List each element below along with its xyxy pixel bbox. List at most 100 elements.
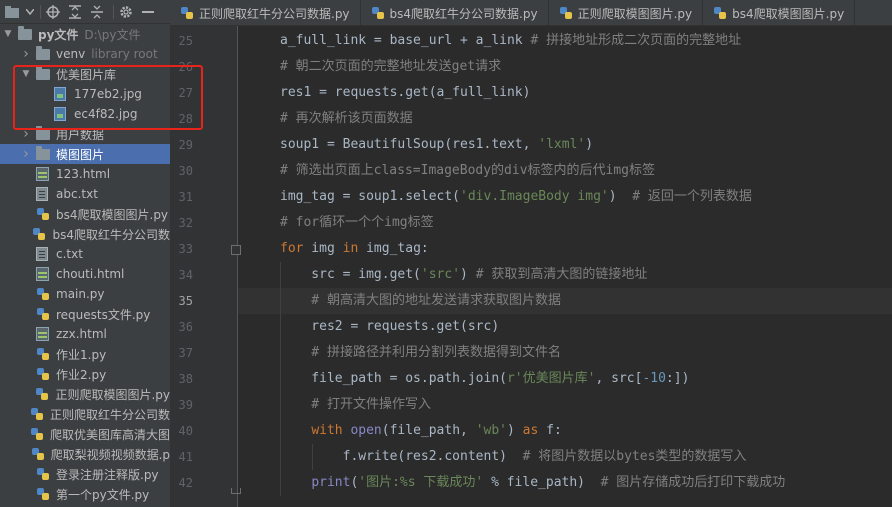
code-line[interactable]: res2 = requests.get(src) xyxy=(238,314,892,340)
code-line[interactable]: # 再次解析该页面数据 xyxy=(238,106,892,132)
code-line[interactable]: src = img.get('src') # 获取到高清大图的链接地址 xyxy=(238,262,892,288)
code-token: (file_path, xyxy=(381,423,476,438)
code-line[interactable]: res1 = requests.get(a_full_link) xyxy=(238,80,892,106)
code-token: ) xyxy=(585,137,594,152)
code-token: # for循环一个个img标签 xyxy=(280,215,434,230)
hide-icon[interactable] xyxy=(139,3,157,21)
tree-item-label: 用户数据 xyxy=(56,127,105,142)
chevron-right-icon[interactable]: › xyxy=(20,146,32,162)
code-token: # 筛选出页面上class=ImageBody的div标签内的后代img标签 xyxy=(280,163,656,178)
tree-folder-item[interactable]: › 模图图片 xyxy=(0,144,170,164)
tree-item-label: c.txt xyxy=(56,247,83,261)
locate-icon[interactable] xyxy=(44,3,62,21)
tree-file-item[interactable]: requests文件.py xyxy=(0,304,170,324)
text-file-icon xyxy=(36,247,52,261)
editor-tab[interactable]: 正则爬取红牛分公司数据.py xyxy=(170,0,361,25)
gear-icon[interactable] xyxy=(117,3,135,21)
code-line[interactable]: a_full_link = base_url + a_link # 拼接地址形成… xyxy=(238,28,892,54)
image-file-icon xyxy=(54,87,70,101)
tree-root[interactable]: ▼ py文件 D:\py文件 xyxy=(0,24,170,44)
code-token: -10 xyxy=(642,371,666,386)
code-line[interactable]: # 拼接路径并利用分割列表数据得到文件名 xyxy=(238,340,892,366)
editor-tab[interactable]: bs4爬取红牛分公司数据.py xyxy=(361,0,549,25)
tree-file-item[interactable]: 177eb2.jpg xyxy=(0,84,170,104)
tree-file-item[interactable]: 爬取优美图库高清大图 xyxy=(0,424,170,444)
tree-file-item[interactable]: c.txt xyxy=(0,244,170,264)
toolbar-divider xyxy=(113,4,114,19)
line-number: 29 xyxy=(178,138,193,152)
tree-item-label: 爬取梨视频视频数据.p xyxy=(50,447,170,462)
chevron-right-icon[interactable]: › xyxy=(20,46,32,62)
chevron-down-icon[interactable]: ▼ xyxy=(2,29,14,39)
code-editor[interactable]: a_full_link = base_url + a_link # 拼接地址形成… xyxy=(238,26,892,507)
chevron-down-icon[interactable]: ▼ xyxy=(20,69,32,79)
line-number: 39 xyxy=(178,398,193,412)
code-token: # 返回一个列表数据 xyxy=(632,189,752,204)
code-line[interactable]: with open(file_path, 'wb') as f: xyxy=(238,418,892,444)
python-file-icon xyxy=(32,227,48,241)
tree-item-label: 第一个py文件.py xyxy=(56,487,150,502)
tree-file-item[interactable]: 登录注册注释版.py xyxy=(0,464,170,484)
code-token: src = img.get( xyxy=(280,267,421,282)
tree-file-item[interactable]: abc.txt xyxy=(0,184,170,204)
tree-folder-item[interactable]: › 用户数据 xyxy=(0,124,170,144)
tree-file-item[interactable]: 爬取梨视频视频数据.p xyxy=(0,444,170,464)
tree-file-item[interactable]: 正则爬取模图图片.py xyxy=(0,384,170,404)
project-panel: ▼ py文件 D:\py文件 › venv library root ▼ 优美图片库 17… xyxy=(0,0,170,507)
line-number: 35 xyxy=(178,294,193,308)
code-line[interactable]: # 朝二次页面的完整地址发送get请求 xyxy=(238,54,892,80)
code-token: ) xyxy=(460,267,476,282)
line-number: 36 xyxy=(178,320,193,334)
tab-label: bs4爬取红牛分公司数据.py xyxy=(389,6,538,21)
code-line[interactable]: f.write(res2.content) # 将图片数据以bytes类型的数据… xyxy=(238,444,892,470)
line-number: 37 xyxy=(178,346,193,360)
code-token: # 获取到高清大图的链接地址 xyxy=(475,267,648,282)
tree-file-item[interactable]: 作业1.py xyxy=(0,344,170,364)
code-line[interactable]: # 打开文件操作写入 xyxy=(238,392,892,418)
code-line[interactable]: file_path = os.path.join(r'优美图片库', src[-… xyxy=(238,366,892,392)
tree-file-item[interactable]: 第一个py文件.py xyxy=(0,484,170,504)
code-line[interactable]: soup1 = BeautifulSoup(res1.text, 'lxml') xyxy=(238,132,892,158)
chevron-right-icon[interactable]: › xyxy=(20,126,32,142)
code-line[interactable]: # for循环一个个img标签 xyxy=(238,210,892,236)
indent-guide xyxy=(311,444,313,470)
code-token: for xyxy=(280,241,304,256)
code-line[interactable]: for img in img_tag: xyxy=(238,236,892,262)
line-number: 33 xyxy=(178,242,193,256)
tree-item-label: zzx.html xyxy=(56,327,107,341)
tree-folder-item[interactable]: › venv library root xyxy=(0,44,170,64)
code-line[interactable]: img_tag = soup1.select('div.ImageBody im… xyxy=(238,184,892,210)
code-token: 'wb' xyxy=(475,423,507,438)
expand-all-icon[interactable] xyxy=(66,3,84,21)
tree-file-item[interactable]: chouti.html xyxy=(0,264,170,284)
code-token: ) xyxy=(507,423,523,438)
code-line[interactable]: # 朝高清大图的地址发送请求获取图片数据 xyxy=(238,288,892,314)
line-number: 32 xyxy=(178,216,193,230)
tree-file-item[interactable]: 作业2.py xyxy=(0,364,170,384)
code-line[interactable]: # 筛选出页面上class=ImageBody的div标签内的后代img标签 xyxy=(238,158,892,184)
tree-item-label: 作业2.py xyxy=(56,367,107,382)
tree-file-item[interactable]: ec4f82.jpg xyxy=(0,104,170,124)
tree-file-item[interactable]: zzx.html xyxy=(0,324,170,344)
python-file-icon xyxy=(31,447,47,461)
editor-tab[interactable]: 正则爬取模图图片.py xyxy=(549,0,704,25)
project-toolbar xyxy=(0,0,170,24)
tree-file-item[interactable]: 正则爬取红牛分公司数 xyxy=(0,404,170,424)
tree-item-label: 登录注册注释版.py xyxy=(56,467,159,482)
code-token: res2 = requests.get(src) xyxy=(280,319,500,334)
tree-file-item[interactable]: 123.html xyxy=(0,164,170,184)
collapse-all-icon[interactable] xyxy=(88,3,106,21)
line-number: 30 xyxy=(178,164,193,178)
project-icon[interactable] xyxy=(3,3,21,21)
tree-file-item[interactable]: bs4爬取模图图片.py xyxy=(0,204,170,224)
tree-file-item[interactable]: bs4爬取红牛分公司数 xyxy=(0,224,170,244)
code-token: # 拼接路径并利用分割列表数据得到文件名 xyxy=(280,345,561,360)
tree-folder-item[interactable]: ▼ 优美图片库 xyxy=(0,64,170,84)
code-line[interactable]: print('图片:%s 下载成功' % file_path) # 图片存储成功… xyxy=(238,470,892,496)
code-token: f.write(res2.content) xyxy=(280,449,523,464)
python-file-icon xyxy=(713,6,727,20)
tree-file-item[interactable]: main.py xyxy=(0,284,170,304)
editor-tab[interactable]: bs4爬取模图图片.py xyxy=(703,0,856,25)
tree-item-label: ec4f82.jpg xyxy=(74,107,138,121)
chevron-down-icon[interactable] xyxy=(25,3,35,21)
